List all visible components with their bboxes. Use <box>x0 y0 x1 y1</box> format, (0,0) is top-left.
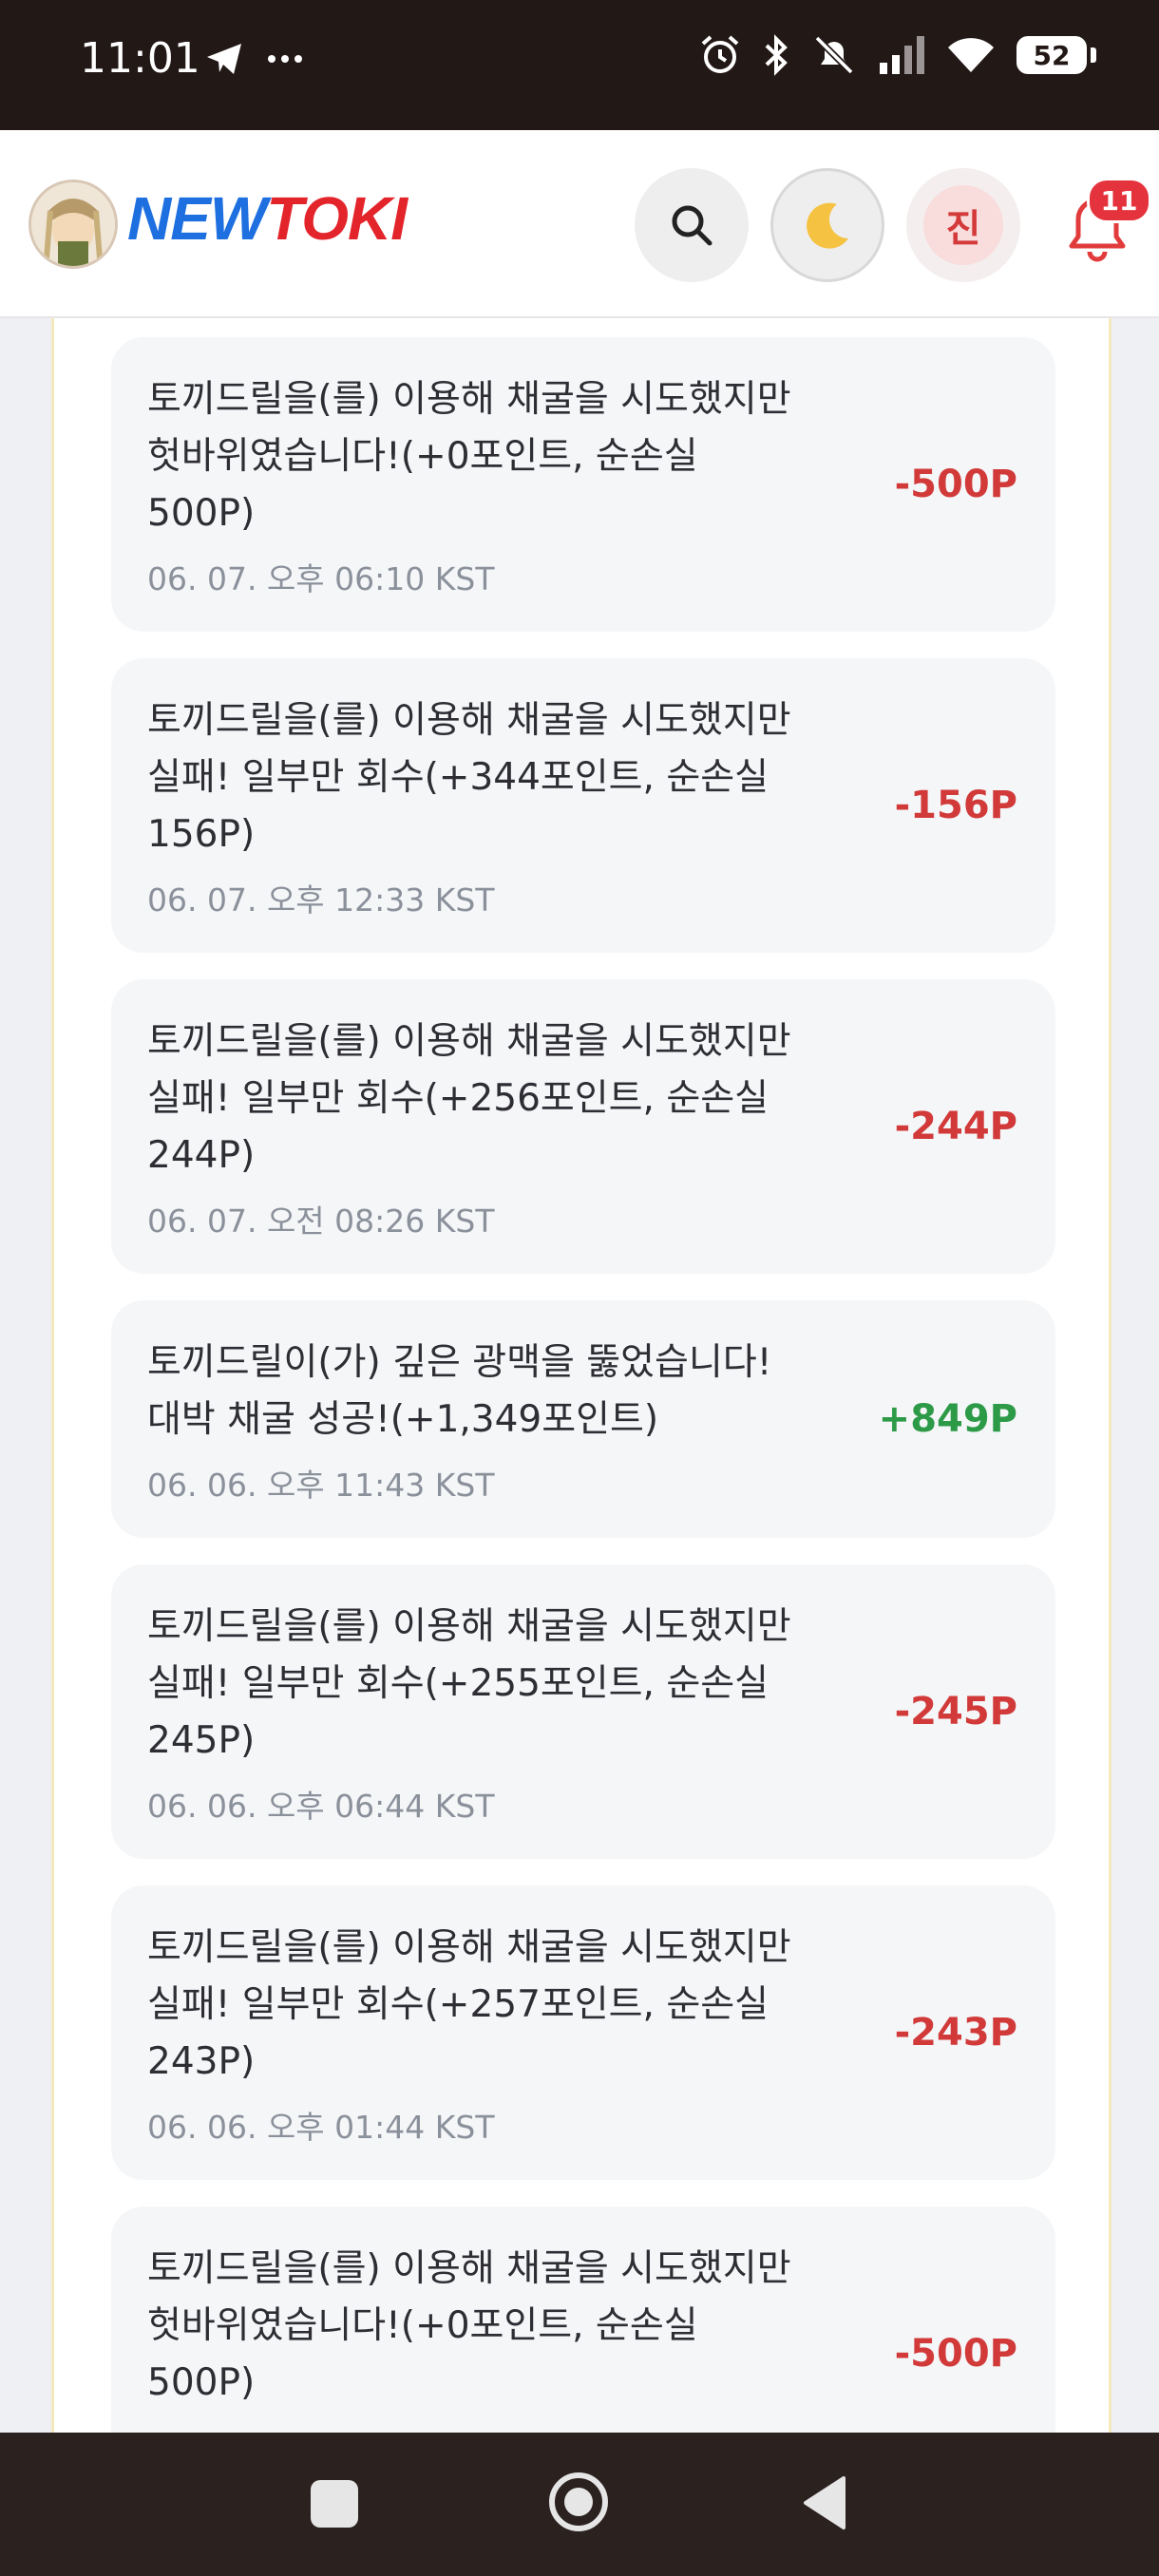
status-time: 11:01 <box>80 34 200 83</box>
point-history-list: 토끼드릴을(를) 이용해 채굴을 시도했지만 헛바위였습니다!(+0포인트, 순… <box>111 337 1055 2433</box>
item-amount: -156P <box>894 784 1017 827</box>
system-nav-bar <box>0 2433 1159 2576</box>
item-amount: +849P <box>878 1397 1017 1441</box>
brand-part-new: NEW <box>127 184 267 253</box>
content-panel: 토끼드릴을(를) 이용해 채굴을 시도했지만 헛바위였습니다!(+0포인트, 순… <box>51 318 1112 2433</box>
item-text: 토끼드릴을(를) 이용해 채굴을 시도했지만 실패! 일부만 회수(+256포인… <box>147 1020 791 1177</box>
profile-initial: 진 <box>923 185 1003 265</box>
more-icon <box>268 55 302 63</box>
wifi-icon <box>948 38 994 72</box>
list-item: 토끼드릴을(를) 이용해 채굴을 시도했지만 실패! 일부만 회수(+344포인… <box>111 658 1055 953</box>
list-item: 토끼드릴을(를) 이용해 채굴을 시도했지만 헛바위였습니다!(+0포인트, 순… <box>111 337 1055 632</box>
brand-part-toki: TOKI <box>266 184 408 253</box>
item-text: 토끼드릴을(를) 이용해 채굴을 시도했지만 헛바위였습니다!(+0포인트, 순… <box>147 2247 791 2404</box>
search-button[interactable] <box>635 168 749 282</box>
battery-level: 52 <box>1033 39 1071 71</box>
item-time: 06. 06. 오후 01:44 KST <box>147 2109 495 2146</box>
recents-icon[interactable] <box>311 2480 358 2528</box>
item-time: 06. 07. 오후 12:33 KST <box>147 881 495 919</box>
item-text: 토끼드릴을(를) 이용해 채굴을 시도했지만 헛바위였습니다!(+0포인트, 순… <box>147 378 791 535</box>
mute-icon <box>814 35 854 75</box>
dark-mode-toggle[interactable] <box>770 168 884 282</box>
site-header: NEWTOKI 진 11 <box>0 130 1159 318</box>
brand-logo[interactable]: NEWTOKI <box>127 183 408 254</box>
item-time: 06. 06. 오전 07:13 KST <box>147 2423 808 2433</box>
item-amount: -244P <box>894 1105 1017 1148</box>
search-icon <box>672 205 712 246</box>
list-item: 토끼드릴을(를) 이용해 채굴을 시도했지만 실패! 일부만 회수(+255포인… <box>111 1564 1055 1859</box>
notification-badge: 11 <box>1087 178 1151 223</box>
item-text: 토끼드릴이(가) 깊은 광맥을 뚫었습니다! 대박 채굴 성공!(+1,349포… <box>147 1341 772 1441</box>
status-bar: 11:01 52 <box>0 0 1159 130</box>
item-amount: -245P <box>894 1690 1017 1733</box>
item-time: 06. 06. 오후 06:44 KST <box>147 1788 495 1825</box>
alarm-icon <box>701 35 739 73</box>
item-text: 토끼드릴을(를) 이용해 채굴을 시도했지만 실패! 일부만 회수(+257포인… <box>147 1926 791 2083</box>
logo-avatar[interactable] <box>28 180 118 269</box>
telegram-icon <box>207 44 241 74</box>
item-amount: -500P <box>894 463 1017 506</box>
item-text: 토끼드릴을(를) 이용해 채굴을 시도했지만 실패! 일부만 회수(+255포인… <box>147 1605 791 1762</box>
item-time: 06. 07. 오전 08:26 KST <box>147 1203 495 1240</box>
signal-icon <box>880 36 924 74</box>
battery-icon: 52 <box>1016 36 1096 74</box>
item-amount: -500P <box>894 2332 1017 2376</box>
home-icon[interactable] <box>547 2471 610 2533</box>
list-item: 토끼드릴을(를) 이용해 채굴을 시도했지만 실패! 일부만 회수(+257포인… <box>111 1885 1055 2180</box>
profile-button[interactable]: 진 <box>906 168 1020 282</box>
item-text: 토끼드릴을(를) 이용해 채굴을 시도했지만 실패! 일부만 회수(+344포인… <box>147 699 791 856</box>
item-amount: -243P <box>894 2011 1017 2055</box>
item-time: 06. 06. 오후 11:43 KST <box>147 1467 495 1504</box>
moon-icon <box>807 202 848 249</box>
logo-character-icon <box>31 182 115 266</box>
back-icon[interactable] <box>800 2474 847 2531</box>
item-time: 06. 07. 오후 06:10 KST <box>147 560 495 597</box>
list-item: 토끼드릴을(를) 이용해 채굴을 시도했지만 실패! 일부만 회수(+256포인… <box>111 979 1055 1274</box>
bluetooth-icon <box>765 34 788 76</box>
list-item: 토끼드릴이(가) 깊은 광맥을 뚫었습니다! 대박 채굴 성공!(+1,349포… <box>111 1300 1055 1538</box>
list-item: 토끼드릴을(를) 이용해 채굴을 시도했지만 헛바위였습니다!(+0포인트, 순… <box>111 2207 1055 2433</box>
